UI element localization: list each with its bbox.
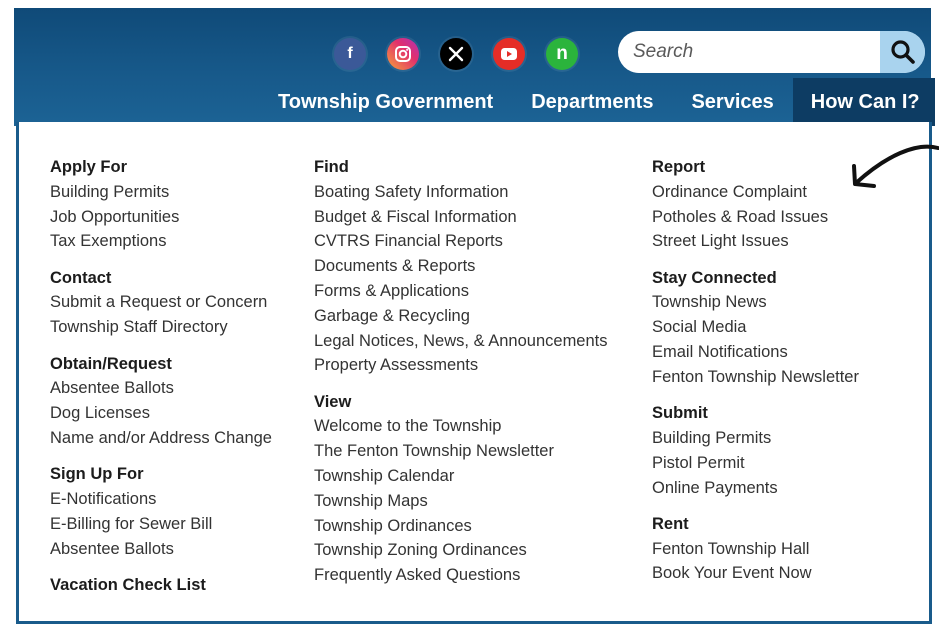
menu-link-township-ordinances[interactable]: Township Ordinances bbox=[314, 514, 608, 539]
menu-heading-stay-connected: Stay Connected bbox=[652, 268, 777, 287]
nav-how-can-i[interactable]: How Can I? bbox=[792, 78, 935, 126]
menu-heading-submit: Submit bbox=[652, 404, 708, 423]
menu-link-building-permits[interactable]: Building Permits bbox=[50, 180, 272, 205]
menu-link-submit-a-request-or-concern[interactable]: Submit a Request or Concern bbox=[50, 290, 272, 315]
nav-township-government[interactable]: Township Government bbox=[259, 78, 512, 126]
menu-link-absentee-ballots[interactable]: Absentee Ballots bbox=[50, 537, 272, 562]
menu-link-fenton-township-hall[interactable]: Fenton Township Hall bbox=[652, 537, 859, 562]
menu-column-2: Find Boating Safety Information Budget & F… bbox=[314, 155, 608, 588]
youtube-glyph bbox=[501, 48, 517, 60]
menu-link-name-and-or-address-change[interactable]: Name and/or Address Change bbox=[50, 426, 272, 451]
search-button[interactable] bbox=[880, 31, 925, 73]
menu-column-1: Apply For Building Permits Job Opportuniti… bbox=[50, 155, 272, 598]
how-can-i-dropdown-menu: Apply For Building Permits Job Opportuniti… bbox=[16, 122, 932, 624]
instagram-icon[interactable] bbox=[387, 38, 419, 70]
menu-link-job-opportunities[interactable]: Job Opportunities bbox=[50, 205, 272, 230]
menu-column-3: Report Ordinance Complaint Potholes & Road… bbox=[652, 155, 859, 586]
menu-heading-rent: Rent bbox=[652, 514, 689, 533]
menu-link-property-assessments[interactable]: Property Assessments bbox=[314, 353, 608, 378]
facebook-icon[interactable]: f bbox=[334, 38, 366, 70]
menu-link-fenton-township-newsletter[interactable]: Fenton Township Newsletter bbox=[652, 365, 859, 390]
search-icon bbox=[890, 40, 915, 64]
menu-link-online-payments[interactable]: Online Payments bbox=[652, 476, 859, 501]
menu-link-township-zoning-ordinances[interactable]: Township Zoning Ordinances bbox=[314, 538, 608, 563]
menu-link-welcome-to-the-township[interactable]: Welcome to the Township bbox=[314, 414, 608, 439]
menu-link-forms-applications[interactable]: Forms & Applications bbox=[314, 279, 608, 304]
menu-link-tax-exemptions[interactable]: Tax Exemptions bbox=[50, 229, 272, 254]
menu-link-frequently-asked-questions[interactable]: Frequently Asked Questions bbox=[314, 563, 608, 588]
menu-link-pistol-permit[interactable]: Pistol Permit bbox=[652, 451, 859, 476]
nextdoor-glyph: n bbox=[556, 43, 568, 64]
menu-heading-find: Find bbox=[314, 158, 349, 176]
menu-link-township-calendar[interactable]: Township Calendar bbox=[314, 464, 608, 489]
menu-link-boating-safety-information[interactable]: Boating Safety Information bbox=[314, 180, 608, 205]
menu-link-building-permits[interactable]: Building Permits bbox=[652, 426, 859, 451]
menu-link-potholes-road-issues[interactable]: Potholes & Road Issues bbox=[652, 205, 859, 230]
menu-heading-obtain-request: Obtain/Request bbox=[50, 354, 172, 373]
menu-link-e-billing-for-sewer-bill[interactable]: E-Billing for Sewer Bill bbox=[50, 512, 272, 537]
menu-link-township-maps[interactable]: Township Maps bbox=[314, 489, 608, 514]
facebook-glyph: f bbox=[347, 45, 353, 62]
menu-link-dog-licenses[interactable]: Dog Licenses bbox=[50, 401, 272, 426]
menu-link-street-light-issues[interactable]: Street Light Issues bbox=[652, 229, 859, 254]
menu-link-budget-fiscal-information[interactable]: Budget & Fiscal Information bbox=[314, 205, 608, 230]
menu-heading-report: Report bbox=[652, 158, 706, 176]
menu-link-email-notifications[interactable]: Email Notifications bbox=[652, 340, 859, 365]
menu-link-absentee-ballots[interactable]: Absentee Ballots bbox=[50, 376, 272, 401]
menu-heading-vacation-check-list[interactable]: Vacation Check List bbox=[50, 573, 272, 598]
main-nav: Township Government Departments Services… bbox=[259, 78, 935, 126]
youtube-icon[interactable] bbox=[493, 38, 525, 70]
hand-drawn-arrow-icon bbox=[852, 144, 939, 188]
menu-link-township-staff-directory[interactable]: Township Staff Directory bbox=[50, 315, 272, 340]
menu-link-social-media[interactable]: Social Media bbox=[652, 315, 859, 340]
menu-link-cvtrs-financial-reports[interactable]: CVTRS Financial Reports bbox=[314, 229, 608, 254]
menu-link-township-news[interactable]: Township News bbox=[652, 290, 859, 315]
menu-link-documents-reports[interactable]: Documents & Reports bbox=[314, 254, 608, 279]
nextdoor-icon[interactable]: n bbox=[546, 38, 578, 70]
x-glyph bbox=[448, 46, 464, 62]
menu-heading-apply-for: Apply For bbox=[50, 158, 127, 176]
menu-link-the-fenton-township-newsletter[interactable]: The Fenton Township Newsletter bbox=[314, 439, 608, 464]
menu-link-garbage-recycling[interactable]: Garbage & Recycling bbox=[314, 304, 608, 329]
menu-link-legal-notices-news-announcements[interactable]: Legal Notices, News, & Announcements bbox=[314, 329, 608, 354]
nav-departments[interactable]: Departments bbox=[512, 78, 672, 126]
x-icon[interactable] bbox=[440, 38, 472, 70]
menu-link-ordinance-complaint[interactable]: Ordinance Complaint bbox=[652, 180, 859, 205]
menu-link-book-your-event-now[interactable]: Book Your Event Now bbox=[652, 561, 859, 586]
menu-link-e-notifications[interactable]: E-Notifications bbox=[50, 487, 272, 512]
search-input[interactable] bbox=[618, 31, 880, 73]
nav-services[interactable]: Services bbox=[672, 78, 792, 126]
menu-heading-contact: Contact bbox=[50, 268, 112, 287]
menu-heading-view: View bbox=[314, 392, 352, 411]
site-header: f n Search Township Government Departmen… bbox=[14, 8, 935, 126]
instagram-glyph bbox=[395, 46, 411, 62]
search-box bbox=[618, 31, 925, 73]
menu-heading-sign-up-for: Sign Up For bbox=[50, 465, 144, 484]
social-links: f n bbox=[334, 38, 578, 70]
